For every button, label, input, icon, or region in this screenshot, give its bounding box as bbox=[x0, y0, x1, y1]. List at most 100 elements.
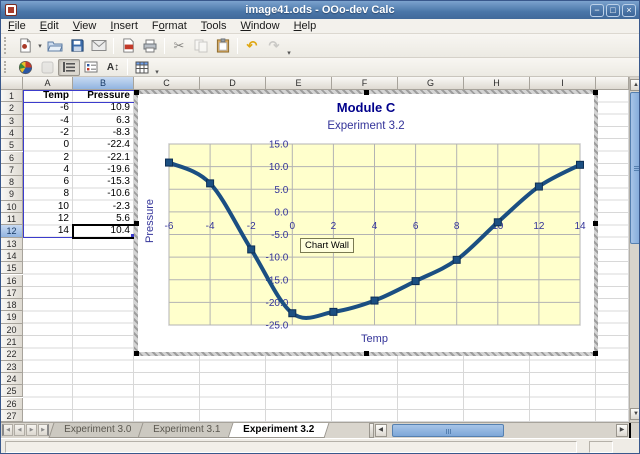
row-header-18[interactable]: 18 bbox=[1, 299, 23, 311]
row-header-10[interactable]: 10 bbox=[1, 201, 23, 213]
row-header-21[interactable]: 21 bbox=[1, 336, 23, 348]
resize-handle-w[interactable] bbox=[134, 221, 139, 226]
export-pdf-button[interactable] bbox=[117, 36, 139, 56]
last-sheet-button[interactable]: ▶ bbox=[38, 424, 49, 436]
resize-handle-n[interactable] bbox=[364, 90, 369, 95]
chart-type-button[interactable] bbox=[14, 59, 36, 76]
data-point-marker[interactable] bbox=[371, 297, 378, 304]
undo-button[interactable]: ↶ bbox=[241, 36, 263, 56]
previous-sheet-button[interactable]: ◀ bbox=[14, 424, 25, 436]
row-header-8[interactable]: 8 bbox=[1, 176, 23, 188]
sheet-tab-experiment-3-2[interactable]: Experiment 3.2 bbox=[227, 423, 329, 438]
data-point-marker[interactable] bbox=[330, 308, 337, 315]
row-header-20[interactable]: 20 bbox=[1, 324, 23, 336]
row-header-17[interactable]: 17 bbox=[1, 287, 23, 299]
data-point-marker[interactable] bbox=[453, 256, 460, 263]
menu-window[interactable]: Window bbox=[233, 19, 286, 34]
menu-file[interactable]: File bbox=[1, 19, 33, 34]
axes-grid-button[interactable] bbox=[58, 59, 80, 76]
sheet-tab-experiment-3-0[interactable]: Experiment 3.0 bbox=[49, 423, 147, 438]
scroll-down-button[interactable]: ▼ bbox=[630, 408, 640, 420]
chart-data-table-button[interactable] bbox=[131, 59, 153, 76]
row-header-22[interactable]: 22 bbox=[1, 348, 23, 360]
menu-insert[interactable]: Insert bbox=[103, 19, 145, 34]
column-header-d[interactable]: D bbox=[200, 77, 266, 90]
row-header-9[interactable]: 9 bbox=[1, 188, 23, 200]
first-sheet-button[interactable]: ◀ bbox=[2, 424, 13, 436]
data-point-marker[interactable] bbox=[166, 159, 173, 166]
scroll-up-button[interactable]: ▲ bbox=[630, 79, 640, 91]
email-button[interactable] bbox=[88, 36, 110, 56]
new-document-button[interactable] bbox=[14, 36, 36, 56]
row-header-27[interactable]: 27 bbox=[1, 410, 23, 422]
column-header-h[interactable]: H bbox=[464, 77, 530, 90]
column-header-b[interactable]: B bbox=[73, 77, 134, 90]
row-header-5[interactable]: 5 bbox=[1, 139, 23, 151]
resize-handle-s[interactable] bbox=[364, 351, 369, 356]
chart-subtitle[interactable]: Experiment 3.2 bbox=[138, 120, 594, 132]
paste-button[interactable] bbox=[212, 36, 234, 56]
row-header-26[interactable]: 26 bbox=[1, 398, 23, 410]
redo-button[interactable]: ↷ bbox=[263, 36, 285, 56]
sheet-tab-experiment-3-1[interactable]: Experiment 3.1 bbox=[138, 423, 236, 438]
scroll-left-button[interactable]: ◀ bbox=[375, 424, 387, 437]
data-point-marker[interactable] bbox=[289, 310, 296, 317]
data-point-marker[interactable] bbox=[248, 246, 255, 253]
column-header-e[interactable]: E bbox=[266, 77, 332, 90]
toolbar-overflow-button[interactable]: ▾ bbox=[153, 68, 161, 76]
vertical-scrollbar[interactable]: ▲ ▼ bbox=[629, 77, 640, 422]
select-all-corner[interactable] bbox=[1, 77, 23, 90]
title-bar[interactable]: image41.ods - OOo-dev Calc − □ × bbox=[1, 1, 639, 19]
chart-area[interactable]: Module C Experiment 3.2 Pressure Temp -6… bbox=[138, 94, 594, 352]
print-button[interactable] bbox=[139, 36, 161, 56]
menu-edit[interactable]: Edit bbox=[33, 19, 66, 34]
copy-button[interactable] bbox=[190, 36, 212, 56]
vertical-scroll-thumb[interactable] bbox=[630, 92, 640, 244]
column-header-i[interactable]: I bbox=[530, 77, 596, 90]
resize-handle-e[interactable] bbox=[593, 221, 598, 226]
row-header-3[interactable]: 3 bbox=[1, 115, 23, 127]
x-axis-title[interactable]: Temp bbox=[169, 333, 580, 345]
row-header-14[interactable]: 14 bbox=[1, 250, 23, 262]
open-button[interactable] bbox=[44, 36, 66, 56]
row-header-19[interactable]: 19 bbox=[1, 311, 23, 323]
menu-format[interactable]: Format bbox=[145, 19, 194, 34]
next-sheet-button[interactable]: ▶ bbox=[26, 424, 37, 436]
menu-help[interactable]: Help bbox=[287, 19, 324, 34]
row-header-25[interactable]: 25 bbox=[1, 385, 23, 397]
chart-object[interactable]: Module C Experiment 3.2 Pressure Temp -6… bbox=[134, 90, 598, 356]
save-button[interactable] bbox=[66, 36, 88, 56]
chart-title[interactable]: Module C bbox=[138, 100, 594, 115]
new-document-dropdown[interactable]: ▾ bbox=[36, 42, 44, 50]
data-point-marker[interactable] bbox=[494, 219, 501, 226]
cut-button[interactable]: ✂ bbox=[168, 36, 190, 56]
row-header-11[interactable]: 11 bbox=[1, 213, 23, 225]
column-header-a[interactable]: A bbox=[23, 77, 73, 90]
horizontal-scrollbar[interactable]: ◀ ▶ bbox=[374, 423, 629, 438]
row-header-6[interactable]: 6 bbox=[1, 152, 23, 164]
row-header-2[interactable]: 2 bbox=[1, 102, 23, 114]
row-header-1[interactable]: 1 bbox=[1, 90, 23, 102]
menu-tools[interactable]: Tools bbox=[194, 19, 234, 34]
column-header-f[interactable]: F bbox=[332, 77, 398, 90]
scroll-right-button[interactable]: ▶ bbox=[616, 424, 628, 437]
row-header-7[interactable]: 7 bbox=[1, 164, 23, 176]
data-point-marker[interactable] bbox=[207, 180, 214, 187]
scale-text-button[interactable]: A↕ bbox=[102, 59, 124, 76]
column-header-g[interactable]: G bbox=[398, 77, 464, 90]
menu-view[interactable]: View bbox=[66, 19, 104, 34]
object-properties-button[interactable] bbox=[36, 59, 58, 76]
resize-handle-ne[interactable] bbox=[593, 90, 598, 95]
resize-handle-se[interactable] bbox=[593, 351, 598, 356]
column-header-c[interactable]: C bbox=[134, 77, 200, 90]
toolbar-grip[interactable] bbox=[4, 37, 11, 53]
row-header-4[interactable]: 4 bbox=[1, 127, 23, 139]
legend-button[interactable] bbox=[80, 59, 102, 76]
y-axis-title[interactable]: Pressure bbox=[144, 199, 156, 243]
row-header-13[interactable]: 13 bbox=[1, 238, 23, 250]
data-point-marker[interactable] bbox=[577, 161, 584, 168]
row-header-15[interactable]: 15 bbox=[1, 262, 23, 274]
data-point-marker[interactable] bbox=[535, 183, 542, 190]
row-header-16[interactable]: 16 bbox=[1, 275, 23, 287]
horizontal-scroll-thumb[interactable] bbox=[392, 424, 504, 437]
